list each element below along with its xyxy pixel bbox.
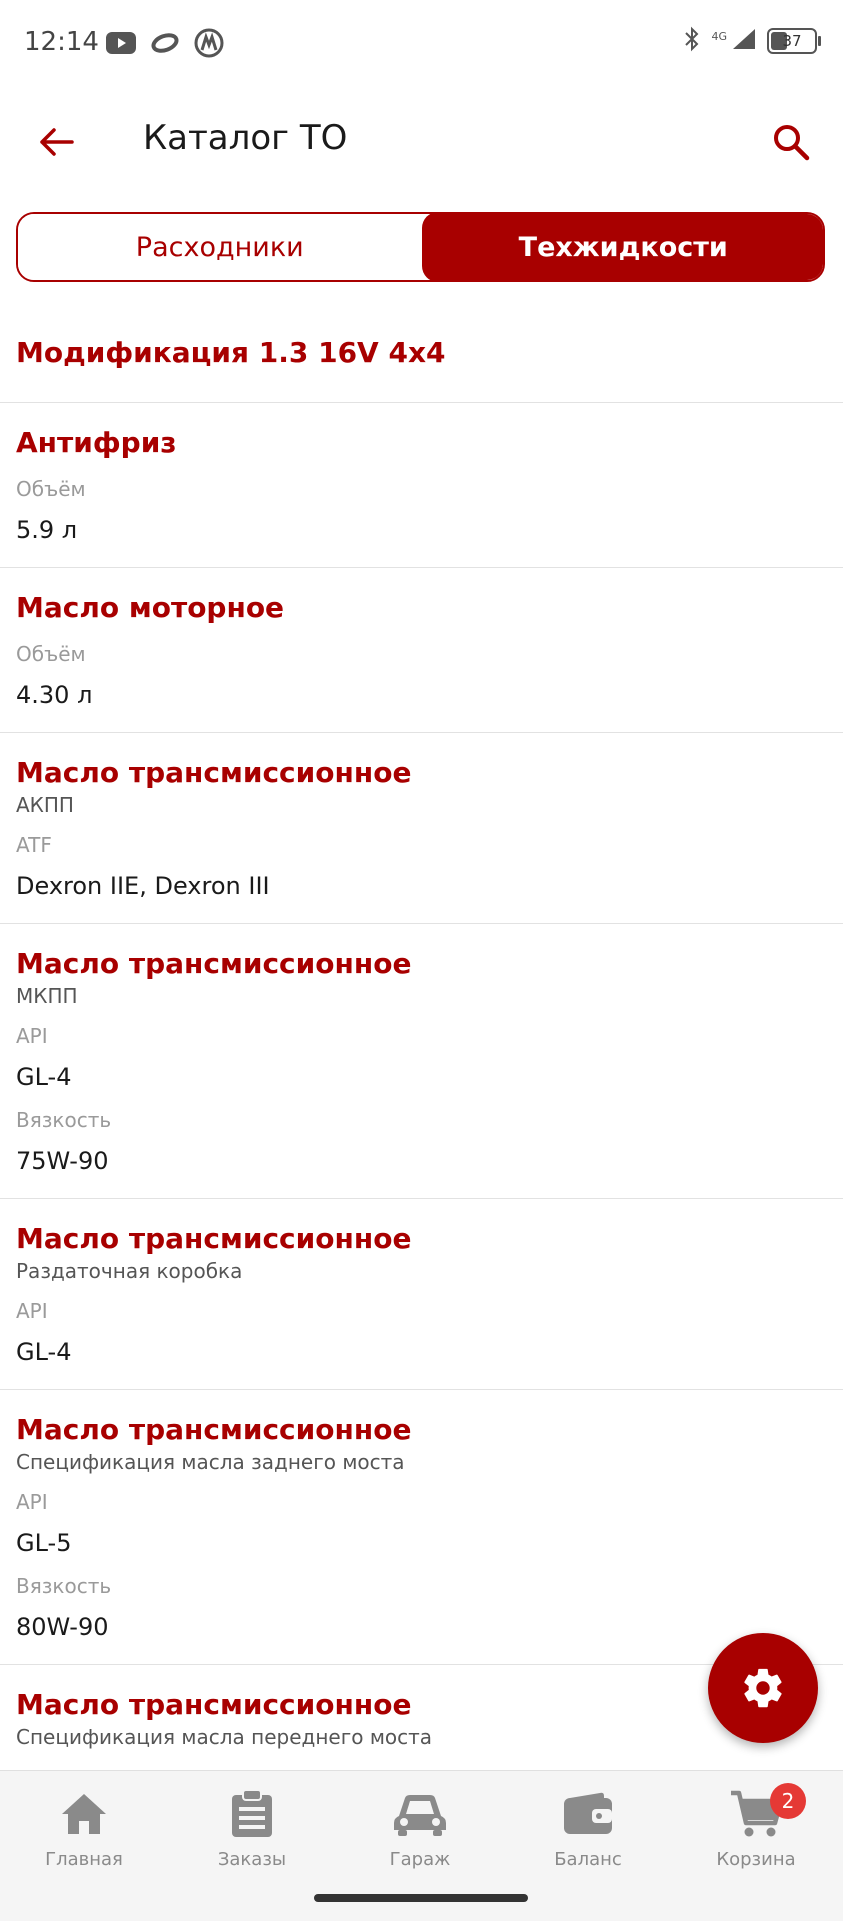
nav-label: Баланс bbox=[554, 1849, 622, 1870]
nav-cart[interactable]: 2 Корзина bbox=[672, 1781, 840, 1891]
prop-value: GL-4 bbox=[16, 1338, 72, 1366]
nav-label: Главная bbox=[45, 1849, 123, 1870]
list-item[interactable]: Антифриз Объём 5.9 л bbox=[0, 403, 843, 567]
app-bar: Каталог ТО bbox=[0, 96, 843, 188]
item-title: Масло моторное bbox=[16, 591, 285, 624]
m-app-icon bbox=[194, 28, 224, 62]
network-type-label: 4G bbox=[711, 29, 727, 43]
item-subtitle: Раздаточная коробка bbox=[16, 1259, 243, 1283]
prop-value: 80W-90 bbox=[16, 1613, 109, 1641]
status-bar: 12:14 4G 37 bbox=[0, 0, 843, 86]
prop-value: 5.9 л bbox=[16, 516, 78, 544]
prop-value: GL-4 bbox=[16, 1063, 72, 1091]
prop-label: ATF bbox=[16, 833, 52, 857]
fluids-list: Антифриз Объём 5.9 л Масло моторное Объё… bbox=[0, 402, 843, 1771]
catalog-tabs: Расходники Техжидкости bbox=[16, 212, 825, 282]
search-button[interactable] bbox=[763, 114, 819, 170]
prop-label: API bbox=[16, 1024, 48, 1048]
car-icon bbox=[394, 1795, 446, 1836]
item-title: Масло трансмиссионное bbox=[16, 947, 412, 980]
battery-level: 37 bbox=[782, 32, 802, 50]
list-item[interactable]: Масло трансмиссионное Раздаточная коробк… bbox=[0, 1199, 843, 1389]
prop-value: Dexron IIE, Dexron III bbox=[16, 872, 270, 900]
nav-label: Гараж bbox=[389, 1849, 451, 1870]
prop-value: 75W-90 bbox=[16, 1147, 109, 1175]
list-item[interactable]: Масло трансмиссионное МКПП API GL-4 Вязк… bbox=[0, 924, 843, 1198]
nav-balance[interactable]: Баланс bbox=[504, 1781, 672, 1891]
prop-label: Объём bbox=[16, 642, 86, 666]
prop-value: GL-5 bbox=[16, 1529, 72, 1557]
item-title: Антифриз bbox=[16, 426, 177, 459]
home-icon bbox=[62, 1794, 106, 1834]
battery-icon: 37 bbox=[767, 28, 821, 54]
search-icon bbox=[774, 125, 810, 161]
page-title: Каталог ТО bbox=[143, 118, 348, 158]
back-button[interactable] bbox=[30, 116, 82, 168]
bluetooth-icon bbox=[683, 26, 701, 56]
signal-icon bbox=[731, 27, 757, 55]
home-indicator[interactable] bbox=[314, 1894, 528, 1902]
nav-home[interactable]: Главная bbox=[0, 1781, 168, 1891]
status-time: 12:14 bbox=[24, 27, 99, 57]
status-notification-icons bbox=[106, 28, 224, 62]
tab-consumables[interactable]: Расходники bbox=[18, 214, 422, 280]
item-subtitle: Спецификация масла переднего моста bbox=[16, 1725, 433, 1749]
wallet-icon bbox=[564, 1792, 612, 1834]
status-system-icons: 4G 37 bbox=[683, 26, 821, 56]
youtube-icon bbox=[106, 32, 136, 58]
tab-fluids[interactable]: Техжидкости bbox=[421, 214, 823, 280]
modification-title: Модификация 1.3 16V 4x4 bbox=[16, 336, 446, 369]
item-title: Масло трансмиссионное bbox=[16, 1413, 412, 1446]
nav-orders[interactable]: Заказы bbox=[168, 1781, 336, 1891]
prop-value: 4.30 л bbox=[16, 681, 93, 709]
item-subtitle: АКПП bbox=[16, 793, 74, 817]
nav-garage[interactable]: Гараж bbox=[336, 1781, 504, 1891]
list-item[interactable]: Масло трансмиссионное Спецификация масла… bbox=[0, 1390, 843, 1664]
prop-label: Вязкость bbox=[16, 1108, 112, 1132]
gear-icon bbox=[744, 1668, 782, 1708]
prop-label: Вязкость bbox=[16, 1574, 112, 1598]
prop-label: API bbox=[16, 1299, 48, 1323]
item-subtitle: МКПП bbox=[16, 984, 78, 1008]
settings-fab[interactable] bbox=[708, 1633, 818, 1743]
prop-label: API bbox=[16, 1490, 48, 1514]
prop-label: Объём bbox=[16, 477, 86, 501]
nav-label: Заказы bbox=[217, 1849, 287, 1870]
cart-badge: 2 bbox=[770, 1783, 806, 1819]
item-title: Масло трансмиссионное bbox=[16, 1688, 412, 1721]
list-item[interactable]: Масло моторное Объём 4.30 л bbox=[0, 568, 843, 732]
ring-app-icon bbox=[150, 32, 180, 58]
arrow-left-icon bbox=[40, 128, 74, 156]
item-title: Масло трансмиссионное bbox=[16, 1222, 412, 1255]
item-subtitle: Спецификация масла заднего моста bbox=[16, 1450, 405, 1474]
item-title: Масло трансмиссионное bbox=[16, 756, 412, 789]
list-item[interactable]: Масло трансмиссионное АКПП ATF Dexron II… bbox=[0, 733, 843, 923]
nav-label: Корзина bbox=[716, 1849, 796, 1870]
orders-clipboard-icon bbox=[232, 1789, 272, 1837]
